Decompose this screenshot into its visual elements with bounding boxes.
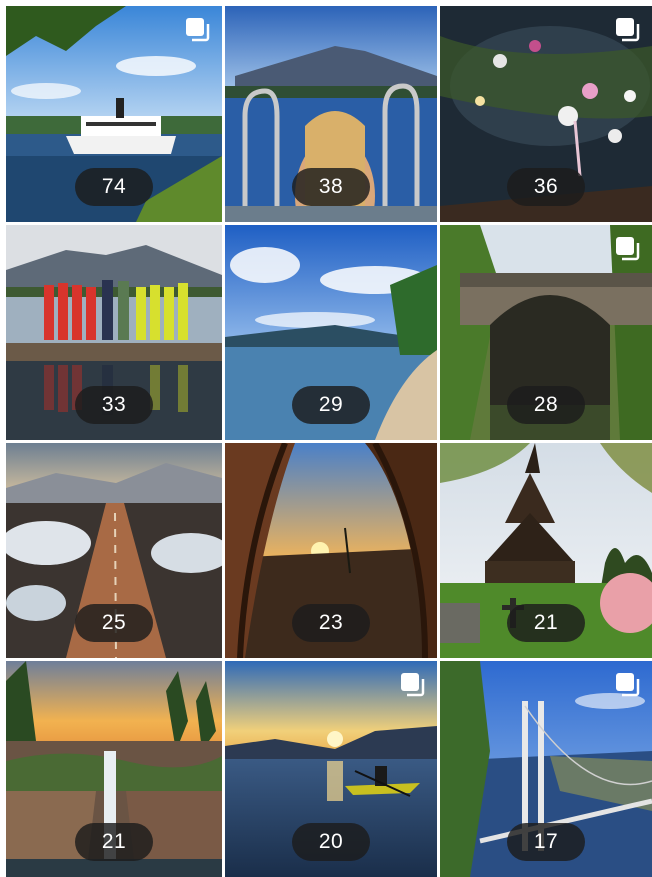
count-badge: 29: [292, 386, 370, 424]
grid-tile[interactable]: 36: [440, 6, 652, 222]
count-badge: 33: [75, 386, 153, 424]
count-badge: 74: [75, 168, 153, 206]
count-badge: 25: [75, 604, 153, 642]
grid-tile[interactable]: 20: [225, 661, 437, 877]
grid-tile[interactable]: 28: [440, 225, 652, 440]
photo-grid: 74 38 36 33 29 28 25 23 21 21 20 17: [6, 6, 652, 877]
multiple-photos-icon: [616, 237, 640, 261]
multiple-photos-icon: [186, 18, 210, 42]
count-badge: 28: [507, 386, 585, 424]
grid-tile[interactable]: 21: [6, 661, 222, 877]
count-badge: 20: [292, 823, 370, 861]
grid-tile[interactable]: 17: [440, 661, 652, 877]
count-badge: 21: [75, 823, 153, 861]
count-badge: 38: [292, 168, 370, 206]
multiple-photos-icon: [616, 18, 640, 42]
grid-tile[interactable]: 38: [225, 6, 437, 222]
grid-tile[interactable]: 21: [440, 443, 652, 658]
count-badge: 21: [507, 604, 585, 642]
count-badge: 23: [292, 604, 370, 642]
grid-tile[interactable]: 29: [225, 225, 437, 440]
count-badge: 36: [507, 168, 585, 206]
grid-tile[interactable]: 74: [6, 6, 222, 222]
grid-tile[interactable]: 33: [6, 225, 222, 440]
grid-tile[interactable]: 23: [225, 443, 437, 658]
grid-tile[interactable]: 25: [6, 443, 222, 658]
multiple-photos-icon: [401, 673, 425, 697]
multiple-photos-icon: [616, 673, 640, 697]
count-badge: 17: [507, 823, 585, 861]
